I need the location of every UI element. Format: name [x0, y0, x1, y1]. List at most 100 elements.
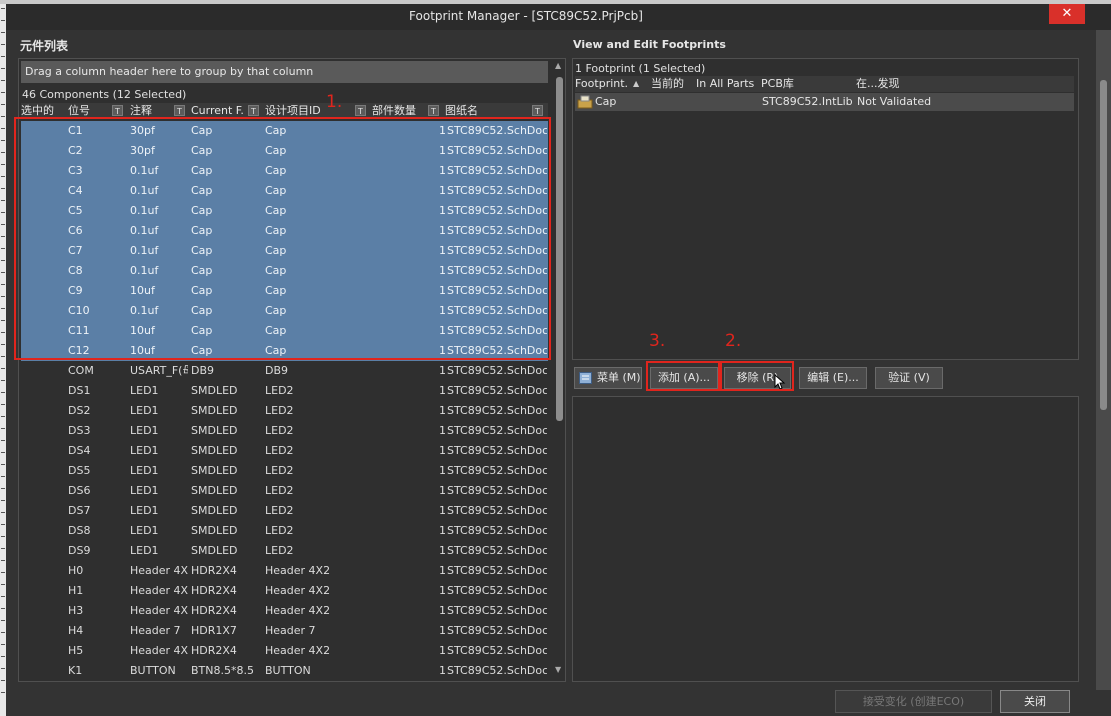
edge-tick — [1, 416, 5, 417]
edge-tick — [1, 176, 5, 177]
column-header-footprint[interactable]: Footprint... — [575, 76, 629, 92]
current-footprint-cell: SMDLED — [191, 444, 238, 457]
comment-cell: LED1 — [130, 544, 159, 557]
close-button[interactable]: 关闭 — [1000, 690, 1070, 713]
edge-tick — [1, 56, 5, 57]
footprint-table-header: Footprint... ▲ 当前的 In All Parts PCB库 在..… — [575, 76, 1074, 92]
current-footprint-cell: BTN8.5*8.5 — [191, 664, 254, 677]
table-row[interactable]: H4 Header 7 HDR1X7 Header 7 1 STC89C52.SchDoc — [21, 621, 548, 641]
current-footprint-cell: SMDLED — [191, 424, 238, 437]
sheet-name-cell: STC89C52.SchDoc — [447, 584, 547, 597]
table-row[interactable]: DS4 LED1 SMDLED LED2 1 STC89C52.SchDoc — [21, 441, 548, 461]
column-filter-icon[interactable]: T — [428, 105, 439, 116]
designator-cell: H0 — [68, 564, 84, 577]
current-footprint-cell: HDR2X4 — [191, 564, 237, 577]
table-row[interactable]: DS2 LED1 SMDLED LED2 1 STC89C52.SchDoc — [21, 401, 548, 421]
table-row[interactable]: DS3 LED1 SMDLED LED2 1 STC89C52.SchDoc — [21, 421, 548, 441]
scroll-down-icon[interactable]: ▼ — [555, 665, 561, 674]
sheet-name-cell: STC89C52.SchDoc — [447, 504, 547, 517]
sheet-name-cell: STC89C52.SchDoc — [447, 444, 547, 457]
comment-cell: Header 4X2 — [130, 604, 188, 617]
component-count: 46 Components (12 Selected) — [22, 88, 187, 101]
menu-icon — [579, 372, 592, 384]
edge-tick — [1, 404, 5, 405]
column-filter-icon[interactable]: T — [248, 105, 259, 116]
column-header-current[interactable]: 当前的 — [651, 76, 691, 92]
design-item-id-cell: LED2 — [265, 544, 294, 557]
design-item-id-cell: Header 4X2 — [265, 564, 331, 577]
sheet-name-cell: STC89C52.SchDoc — [447, 424, 547, 437]
table-row[interactable]: H3Header 4X2HDR2X4Header 4X21STC89C52.Sc… — [21, 601, 548, 621]
scrollbar-thumb[interactable] — [556, 77, 563, 421]
column-header-pcb-library[interactable]: PCB库 — [761, 76, 851, 92]
edge-tick — [1, 200, 5, 201]
annotation-box-selection — [14, 117, 551, 360]
edge-tick — [1, 476, 5, 477]
edge-tick — [1, 620, 5, 621]
footprint-preview-panel — [572, 396, 1079, 682]
edge-tick — [1, 20, 5, 21]
edge-tick — [1, 272, 5, 273]
edge-tick — [1, 668, 5, 669]
table-row[interactable]: DS6 LED1 SMDLED LED2 1 STC89C52.SchDoc — [21, 481, 548, 501]
design-item-id-cell: Header 4X2 — [265, 644, 331, 657]
design-item-id-cell: LED2 — [265, 504, 294, 517]
validate-button[interactable]: 验证 (V) — [875, 367, 943, 389]
edge-tick — [1, 572, 5, 573]
edit-button[interactable]: 编辑 (E)... — [799, 367, 867, 389]
edge-tick — [1, 608, 5, 609]
edge-tick — [1, 512, 5, 513]
comment-cell: LED1 — [130, 464, 159, 477]
table-row[interactable]: DS1 LED1 SMDLED LED2 1 STC89C52.SchDoc — [21, 381, 548, 401]
design-item-id-cell: LED2 — [265, 404, 294, 417]
comment-cell: LED1 — [130, 424, 159, 437]
table-row[interactable]: H1Header 4X2HDR2X4Header 4X21STC89C52.Sc… — [21, 581, 548, 601]
column-filter-icon[interactable]: T — [112, 105, 123, 116]
sheet-name-cell: STC89C52.SchDoc — [447, 564, 547, 577]
comment-cell: LED1 — [130, 404, 159, 417]
comment-cell: LED1 — [130, 524, 159, 537]
column-filter-icon[interactable]: T — [532, 105, 543, 116]
design-item-id-cell: LED2 — [265, 384, 294, 397]
footprint-count: 1 Footprint (1 Selected) — [575, 62, 706, 75]
footprint-row[interactable]: Cap STC89C52.IntLib Not Validated — [575, 93, 1074, 111]
designator-cell: DS9 — [68, 544, 91, 557]
comment-cell: LED1 — [130, 504, 159, 517]
right-scrollbar-thumb[interactable] — [1100, 80, 1107, 410]
window-close-button[interactable]: ✕ — [1049, 4, 1085, 24]
table-row[interactable]: H5Header 4X2HDR2X4Header 4X21STC89C52.Sc… — [21, 641, 548, 661]
table-row[interactable]: DS5 LED1 SMDLED LED2 1 STC89C52.SchDoc — [21, 461, 548, 481]
edge-tick — [1, 392, 5, 393]
designator-cell: DS7 — [68, 504, 91, 517]
designator-cell: H3 — [68, 604, 84, 617]
right-edge-scrollbar[interactable] — [1096, 30, 1111, 690]
column-filter-icon[interactable]: T — [174, 105, 185, 116]
table-row[interactable]: DS9 LED1 SMDLED LED2 1 STC89C52.SchDoc — [21, 541, 548, 561]
designator-cell: DS6 — [68, 484, 91, 497]
design-item-id-cell: LED2 — [265, 484, 294, 497]
edge-tick — [1, 500, 5, 501]
current-footprint-cell: SMDLED — [191, 384, 238, 397]
column-header-in-all-parts[interactable]: In All Parts — [696, 76, 756, 92]
current-footprint-cell: SMDLED — [191, 464, 238, 477]
edge-tick — [1, 536, 5, 537]
table-row[interactable]: K1 BUTTON BTN8.5*8.5 BUTTON 1 STC89C52.SchDoc — [21, 661, 548, 679]
menu-button-label: 菜单 (M) — [597, 371, 641, 384]
scroll-up-icon[interactable]: ▲ — [555, 61, 561, 70]
accept-changes-button[interactable]: 接受变化 (创建ECO) — [835, 690, 992, 713]
column-header-found-in[interactable]: 在...发现 — [856, 76, 946, 92]
table-row[interactable]: DS8 LED1 SMDLED LED2 1 STC89C52.SchDoc — [21, 521, 548, 541]
menu-button[interactable]: 菜单 (M) — [574, 367, 642, 389]
component-list-scrollbar[interactable]: ▲ ▼ — [554, 61, 564, 679]
edge-tick — [1, 560, 5, 561]
sort-up-icon[interactable]: ▲ — [633, 76, 645, 92]
table-row[interactable]: COMUSART_F(母头)DB9DB91STC89C52.SchDoc — [21, 361, 548, 381]
table-row[interactable]: H0Header 4X2HDR2X4Header 4X21STC89C52.Sc… — [21, 561, 548, 581]
comment-cell: USART_F(母头) — [130, 364, 188, 377]
group-by-bar[interactable]: Drag a column header here to group by th… — [21, 61, 548, 83]
table-row[interactable]: DS7 LED1 SMDLED LED2 1 STC89C52.SchDoc — [21, 501, 548, 521]
annotation-number-2: 2. — [725, 331, 742, 351]
column-filter-icon[interactable]: T — [355, 105, 366, 116]
edge-tick — [1, 644, 5, 645]
design-item-id-cell: Header 4X2 — [265, 604, 331, 617]
